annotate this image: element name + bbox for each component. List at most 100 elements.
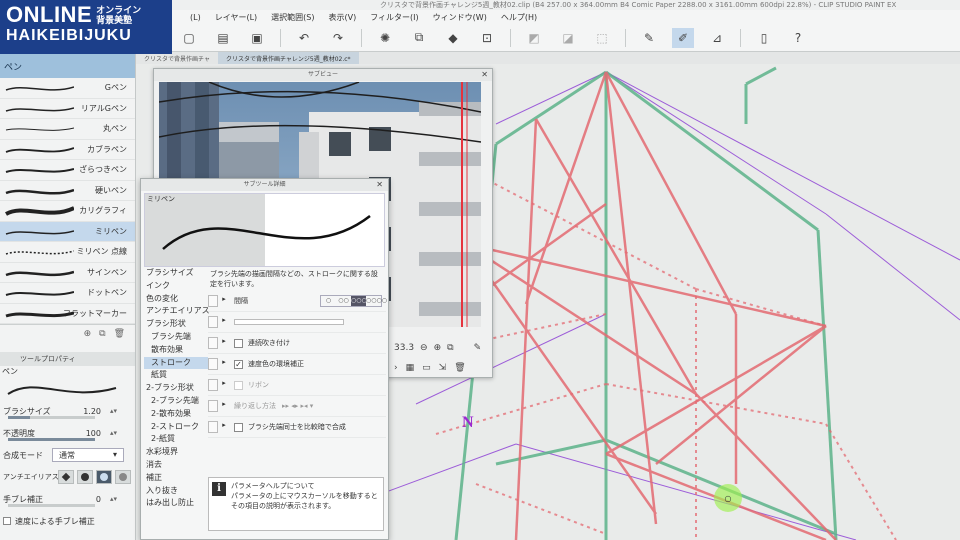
opacity-slider[interactable] <box>8 438 95 441</box>
open-folder-icon[interactable]: ▭ <box>422 363 431 373</box>
category-item[interactable]: 2-紙質 <box>144 433 208 446</box>
zoom-out-icon[interactable]: ⊖ <box>420 343 428 353</box>
fit-icon[interactable]: ⧉ <box>447 343 453 353</box>
aa-medium-icon[interactable] <box>96 470 112 484</box>
ribbon-checkbox[interactable] <box>234 380 243 390</box>
category-item[interactable]: ブラシ先端 <box>144 331 208 344</box>
menu-item[interactable]: (L) <box>190 13 201 22</box>
stabilization-value[interactable]: 0 <box>96 495 101 504</box>
clear-icon[interactable]: ⧉ <box>408 28 430 48</box>
eyedropper-icon[interactable]: ✎ <box>474 343 482 353</box>
pen-icon[interactable]: ✎ <box>638 28 660 48</box>
brush-item[interactable]: 硬いペン <box>0 181 135 201</box>
brush-item[interactable]: ミリペン <box>0 221 135 242</box>
brush-icon[interactable]: ✐ <box>672 27 694 48</box>
brush-item[interactable]: リアルGペン <box>0 99 135 119</box>
eye-toggle-icon[interactable] <box>208 421 218 433</box>
brush-item[interactable]: カリグラフィ <box>0 201 135 222</box>
zoom-value[interactable]: 33.3 <box>394 343 414 353</box>
category-item[interactable]: アンチエイリアス <box>144 305 210 318</box>
eye-toggle-icon[interactable] <box>208 400 218 412</box>
spin-icon[interactable]: ▴▾ <box>110 429 117 437</box>
expand-arrow-icon[interactable]: ▸ <box>220 379 228 391</box>
speed-alpha-checkbox[interactable]: ✓ <box>234 359 243 369</box>
category-item[interactable]: ブラシサイズ <box>144 267 208 280</box>
expand-arrow-icon[interactable]: ▸ <box>220 316 228 328</box>
brush-item[interactable]: カブラペン <box>0 140 135 160</box>
brush-item[interactable]: サインペン <box>0 263 135 283</box>
brush-item[interactable]: ドットペン <box>0 283 135 304</box>
eye-toggle-icon[interactable] <box>208 358 218 370</box>
trash-icon[interactable]: 🗑 <box>454 363 465 373</box>
expand-arrow-icon[interactable]: ▸ <box>220 421 228 433</box>
close-icon[interactable]: ✕ <box>481 69 488 81</box>
expand-arrow-icon[interactable]: ▸ <box>220 337 228 349</box>
brush-size-row[interactable]: ブラシサイズ 1.20 ▴▾ <box>0 400 135 422</box>
close-icon[interactable]: ✕ <box>376 179 383 191</box>
import-icon[interactable]: ⇲ <box>439 363 447 373</box>
doc-tab-active[interactable]: クリスタで背景作画チャレンジ5週_教材02.c* <box>217 52 359 64</box>
brush-size-slider[interactable] <box>8 416 95 419</box>
transform-icon[interactable]: ⊡ <box>476 28 498 48</box>
fill-icon[interactable]: ◆ <box>442 28 464 48</box>
category-item[interactable]: 色の変化 <box>144 293 208 306</box>
category-item[interactable]: インク <box>144 280 208 293</box>
opacity-value[interactable]: 100 <box>86 429 101 438</box>
aa-none-icon[interactable] <box>58 470 74 484</box>
category-item[interactable]: 消去 <box>144 459 208 472</box>
interval-option[interactable]: ○ <box>321 296 336 306</box>
next-icon[interactable]: › <box>394 363 398 373</box>
aa-strong-icon[interactable] <box>115 470 131 484</box>
eye-toggle-icon[interactable] <box>208 337 218 349</box>
stabilization-slider[interactable] <box>8 504 95 507</box>
menu-item-selection[interactable]: 選択範囲(S) <box>271 12 314 23</box>
ruler-icon[interactable]: ⊿ <box>706 28 728 48</box>
category-item[interactable]: 2-ブラシ形状 <box>144 382 208 395</box>
interval-option-selected[interactable]: ○○○ <box>351 296 367 306</box>
eye-toggle-icon[interactable] <box>208 379 218 391</box>
zoom-in-icon[interactable]: ⊕ <box>434 343 442 353</box>
trash-icon[interactable]: 🗑 <box>114 329 125 339</box>
sub-tool-group-header[interactable]: ペン <box>0 54 135 78</box>
interval-option[interactable]: ○○ <box>336 296 351 306</box>
expand-arrow-icon[interactable]: ▸ <box>220 400 228 412</box>
brush-item[interactable]: ミリペン 点線 <box>0 242 135 263</box>
menu-item-filter[interactable]: フィルター(I) <box>370 12 418 23</box>
brush-size-value[interactable]: 1.20 <box>83 407 101 416</box>
category-item[interactable]: 水彩境界 <box>144 446 208 459</box>
category-item[interactable]: はみ出し防止 <box>144 497 208 510</box>
category-item[interactable]: 散布効果 <box>144 344 208 357</box>
menu-item-view[interactable]: 表示(V) <box>329 12 357 23</box>
save-icon[interactable]: ▣ <box>246 28 268 48</box>
interval-slider[interactable] <box>234 319 344 325</box>
category-item[interactable]: 2-散布効果 <box>144 408 208 421</box>
stabilization-row[interactable]: 手ブレ補正 0 ▴▾ <box>0 488 135 510</box>
menu-item-layer[interactable]: レイヤー(L) <box>215 12 257 23</box>
help-icon[interactable]: ? <box>787 28 809 48</box>
menu-item-help[interactable]: ヘルプ(H) <box>501 12 537 23</box>
erase-icon[interactable]: ✺ <box>374 28 396 48</box>
interval-option[interactable]: ○○○○ <box>366 296 387 306</box>
repeat-mode-icon[interactable]: ▸▸ ◂▸ ▸◂ ▾ <box>282 402 313 410</box>
category-item[interactable]: 入り抜き <box>144 485 208 498</box>
menu-item-window[interactable]: ウィンドウ(W) <box>433 12 487 23</box>
blend-mode-select[interactable]: 通常 ▾ <box>52 448 124 462</box>
speed-stabilization-row[interactable]: 速度による手ブレ補正 <box>0 510 135 532</box>
copy-icon[interactable]: ⊕ <box>84 329 92 339</box>
brush-item[interactable]: Gペン <box>0 78 135 99</box>
speed-stabilization-checkbox[interactable] <box>3 517 11 525</box>
spin-icon[interactable]: ▴▾ <box>110 495 117 503</box>
category-item[interactable]: 補正 <box>144 472 208 485</box>
category-item[interactable]: ストローク <box>144 356 208 370</box>
category-item[interactable]: 2-ストローク <box>144 421 208 434</box>
duplicate-icon[interactable]: ⧉ <box>99 329 105 339</box>
device-icon[interactable]: ▯ <box>753 28 775 48</box>
open-icon[interactable]: ▤ <box>212 28 234 48</box>
undo-icon[interactable]: ↶ <box>293 28 315 48</box>
brush-item[interactable]: ざらつきペン <box>0 160 135 181</box>
selection-icon[interactable]: ⬚ <box>591 28 613 48</box>
redo-icon[interactable]: ↷ <box>327 28 349 48</box>
grid-icon[interactable]: ▦ <box>406 363 415 373</box>
opacity-row[interactable]: 不透明度 100 ▴▾ <box>0 422 135 444</box>
spin-icon[interactable]: ▴▾ <box>110 407 117 415</box>
